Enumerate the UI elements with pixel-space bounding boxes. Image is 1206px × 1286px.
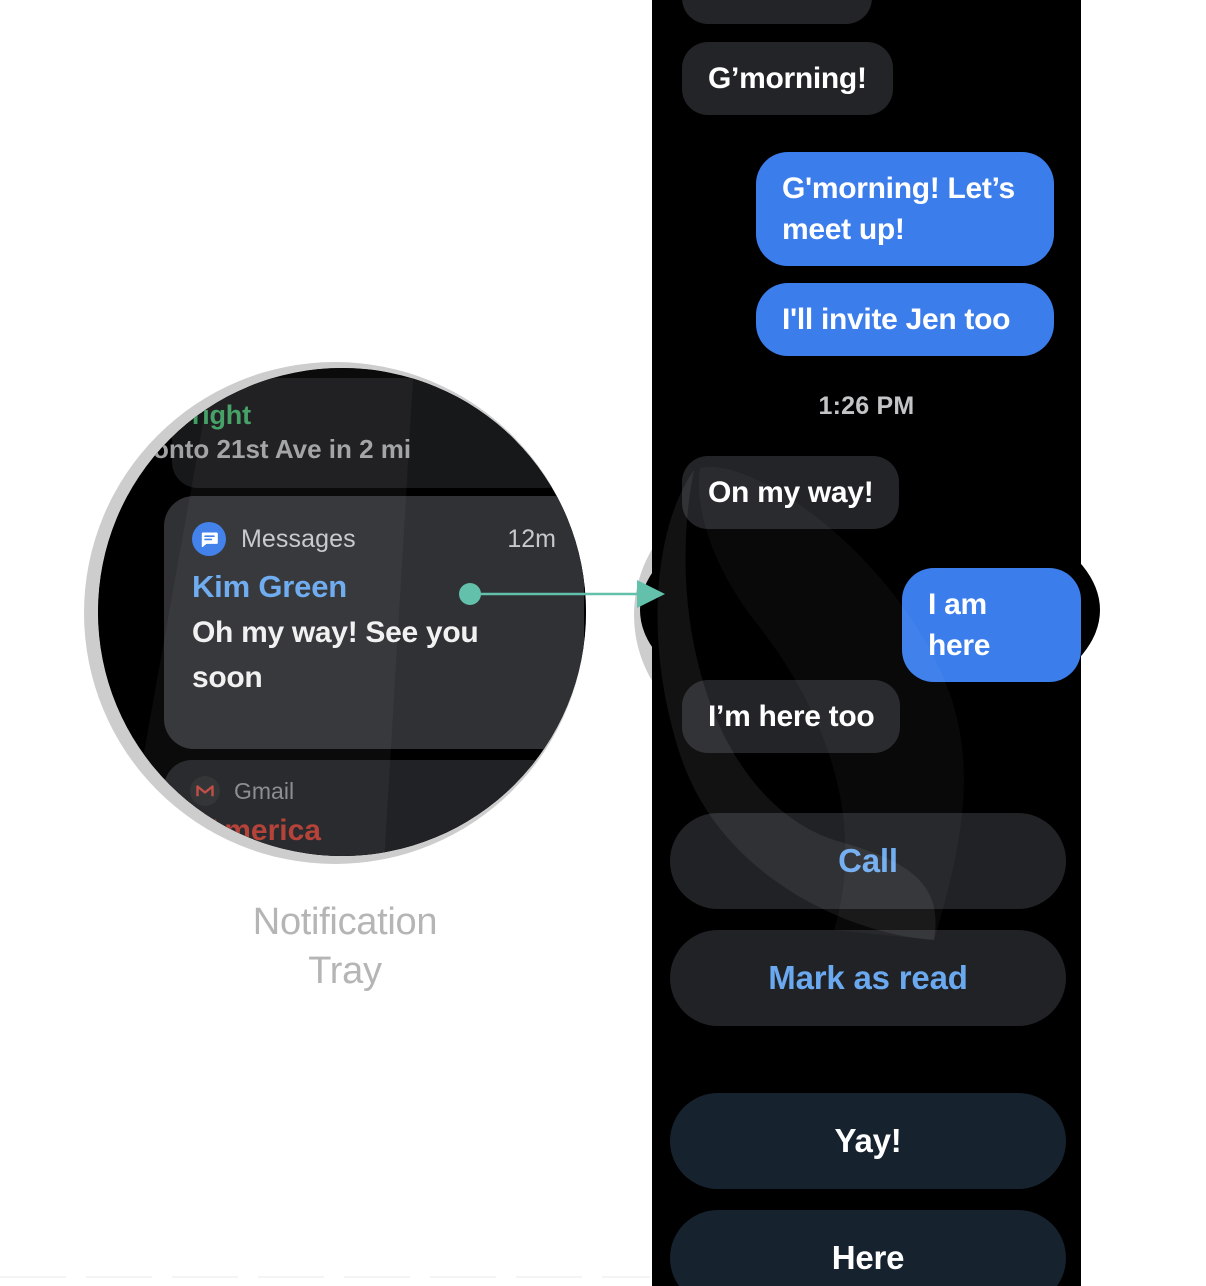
chat-bubble-text: I’m here too (708, 700, 875, 733)
quick-reply-yay[interactable]: Yay! (670, 1093, 1066, 1189)
messages-timestamp: 12m (507, 524, 556, 553)
chat-bubble-text: G’morning! (708, 62, 867, 95)
action-button-label: Call (838, 842, 898, 879)
chat-bubble[interactable]: I’m here too (682, 680, 901, 753)
chat-bubble[interactable] (682, 0, 872, 24)
messages-conversation-watch: G’morning! G'morning! Let’s meet up! I'l… (604, 0, 1206, 1286)
chat-bubble-text: I'll invite Jen too (782, 303, 1011, 336)
chat-bubble[interactable]: G'morning! Let’s meet up! (756, 152, 1054, 266)
action-button-call[interactable]: Call (670, 813, 1066, 909)
chat-bubble[interactable]: G’morning! (682, 42, 893, 115)
chat-bubble-text: I am here (928, 588, 991, 662)
chat-bubble-text: On my way! (708, 476, 874, 509)
action-button-label: Mark as read (768, 959, 968, 996)
messages-app-name: Messages (241, 524, 356, 553)
bottom-divider (0, 1276, 650, 1278)
gmail-notification-card[interactable]: Gmail 2h k of America (142, 760, 584, 856)
gmail-sender: k of America (142, 814, 321, 847)
navigation-detail: onto 21st Ave in 2 mi (153, 434, 412, 464)
quick-reply-label: Yay! (834, 1122, 902, 1159)
gmail-timestamp: 2h (532, 777, 558, 804)
quick-reply-here[interactable]: Here (670, 1210, 1066, 1286)
action-button-mark-as-read[interactable]: Mark as read (670, 930, 1066, 1026)
gmail-app-name: Gmail (234, 777, 295, 804)
chat-bubble[interactable]: I am here (902, 568, 1081, 682)
gmail-icon (190, 776, 220, 806)
caption-notification-tray: Notification Tray (175, 898, 515, 996)
messages-icon (192, 522, 226, 556)
chat-bubble-text: G'morning! Let’s meet up! (782, 172, 1015, 246)
right-watch-screen: G’morning! G'morning! Let’s meet up! I'l… (652, 0, 1081, 1286)
chat-timestamp: 1:26 PM (818, 392, 915, 420)
navigation-direction: rn right (158, 400, 251, 430)
caption-line-2: Tray (308, 950, 382, 992)
gmail-notification-header: Gmail 2h (190, 776, 558, 806)
messages-notification-header: Messages 12m (192, 522, 556, 556)
chat-bubble[interactable]: I'll invite Jen too (756, 283, 1054, 356)
caption-line-1: Notification (252, 901, 438, 943)
quick-reply-label: Here (831, 1239, 905, 1276)
connector-arrow (459, 580, 665, 608)
navigation-notification-card[interactable]: rn right onto 21st Ave in 2 mi (153, 378, 572, 488)
screenshot-root: rn right onto 21st Ave in 2 mi Messages … (0, 0, 1206, 1286)
chat-bubble[interactable]: On my way! (682, 456, 900, 529)
connector-arrowhead (637, 580, 665, 608)
